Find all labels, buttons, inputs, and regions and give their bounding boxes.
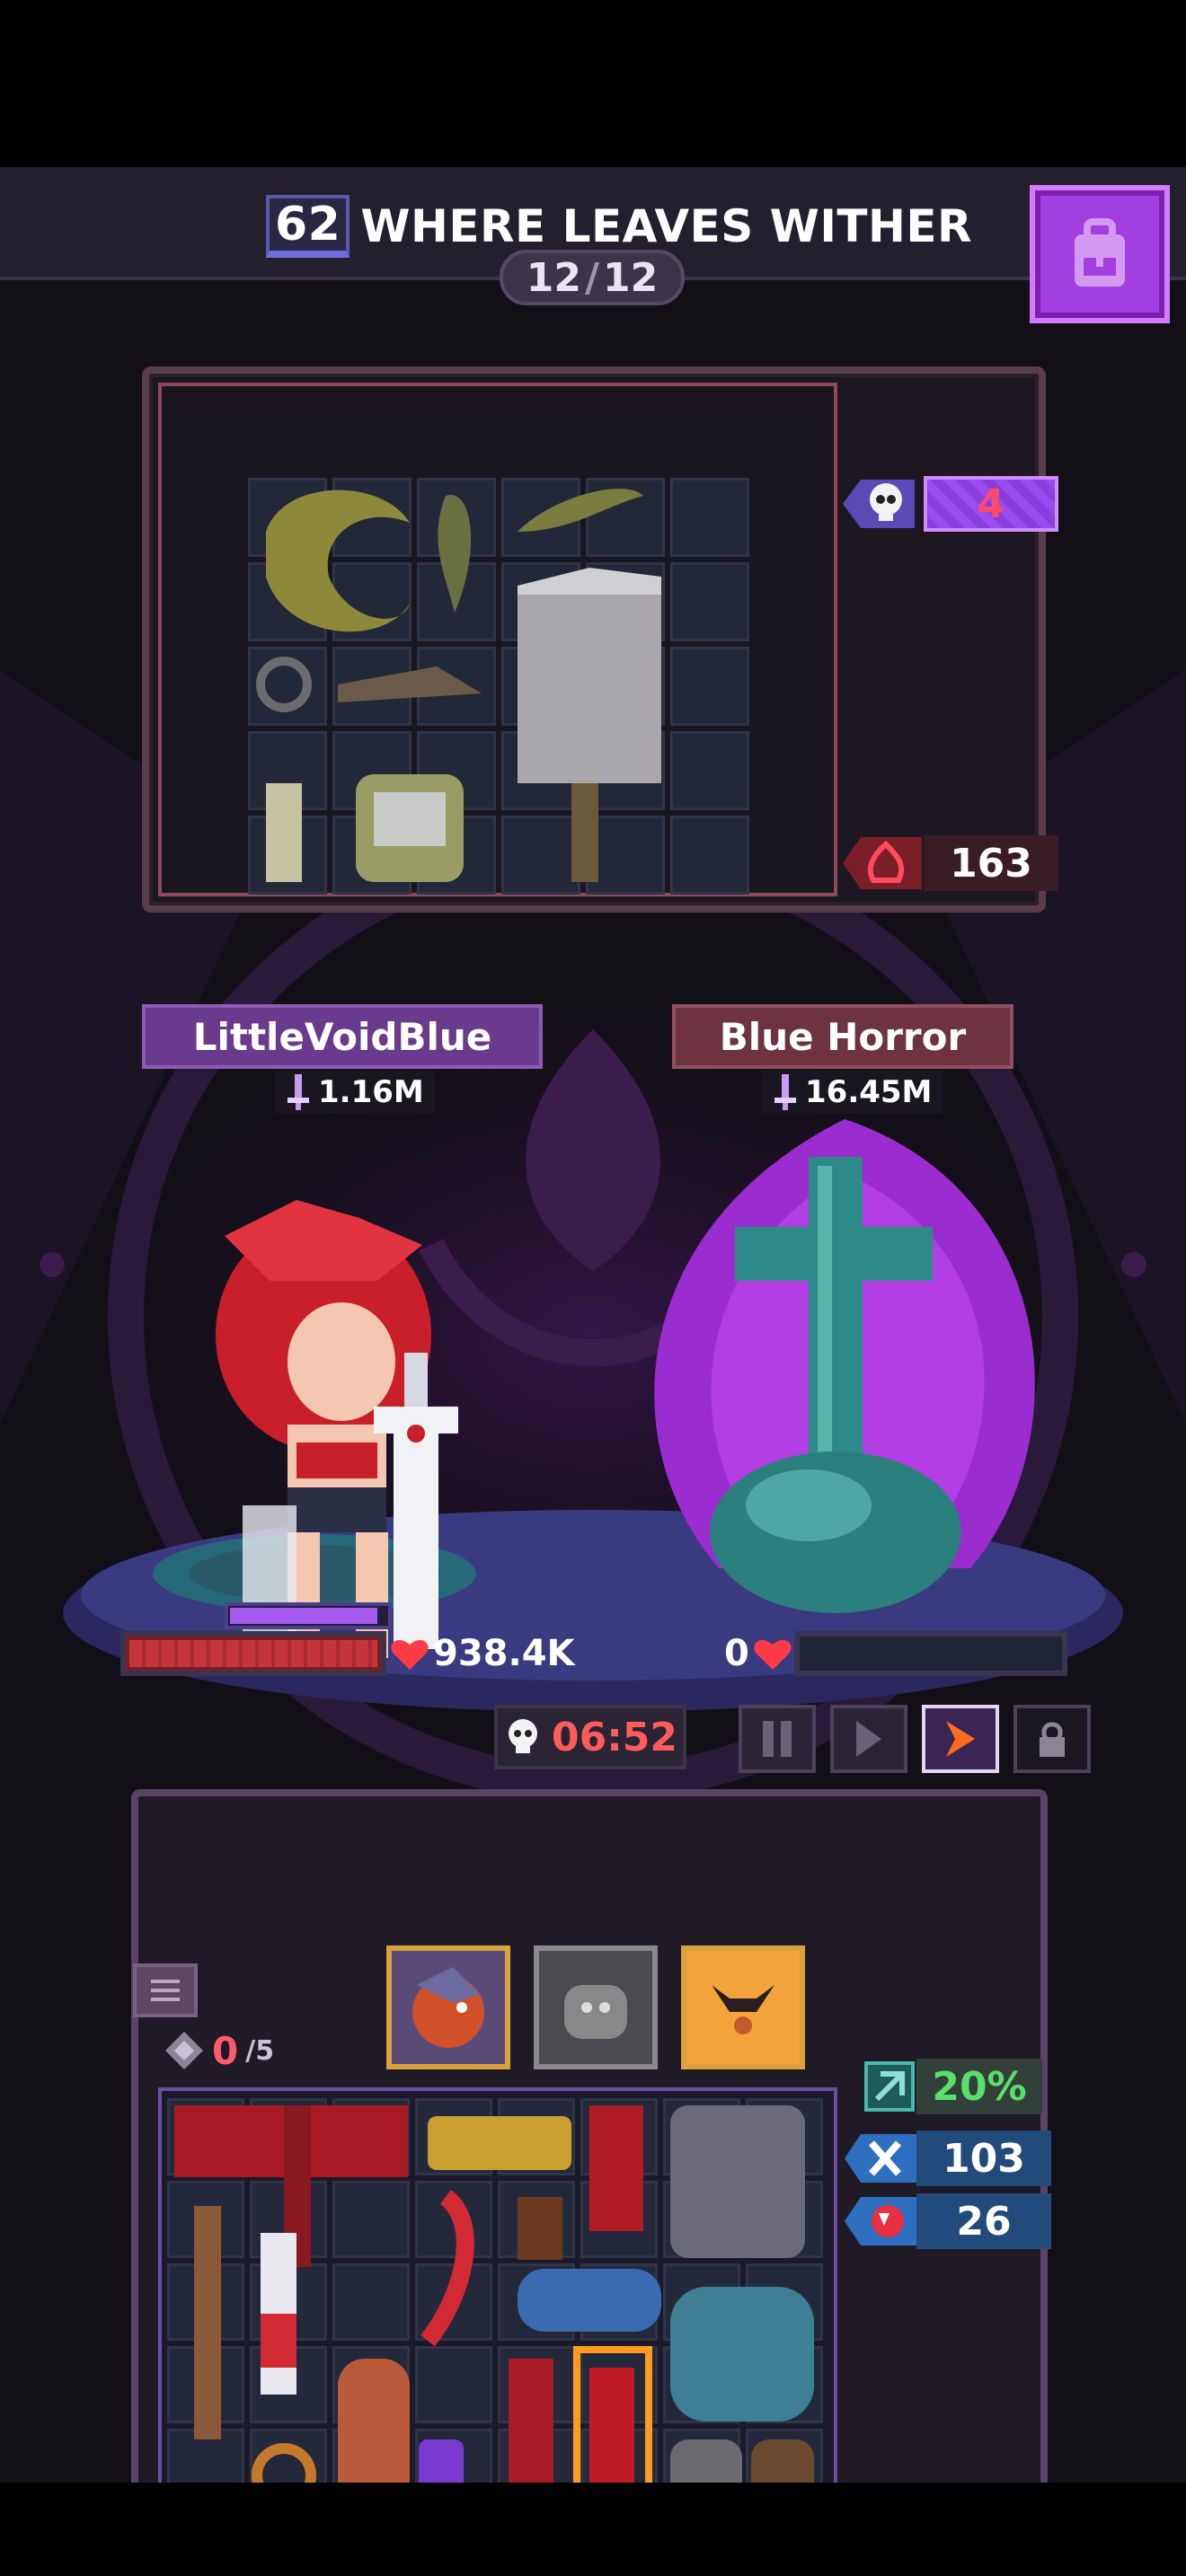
enemy-loot-items bbox=[256, 489, 661, 882]
heart-icon bbox=[391, 1639, 429, 1670]
game-screen: 62 WHERE LEAVES WITHER 12 / 12 4 163 Lit… bbox=[0, 167, 1186, 2483]
sword-icon bbox=[774, 1074, 796, 1110]
hero-card-cat[interactable] bbox=[681, 1945, 805, 2069]
stage-name: WHERE LEAVES WITHER bbox=[360, 200, 973, 252]
wave-current: 12 bbox=[526, 254, 581, 301]
lock-icon bbox=[1040, 1722, 1065, 1757]
gem-slots-used: 0 bbox=[212, 2028, 239, 2073]
battle-timer: 06:52 bbox=[494, 1705, 686, 1769]
wave-total: 12 bbox=[603, 254, 659, 301]
gem-slots-max: /5 bbox=[245, 2034, 275, 2067]
menu-list-button[interactable] bbox=[133, 1963, 198, 2017]
pause-button[interactable] bbox=[739, 1705, 816, 1773]
gem-icon bbox=[165, 2032, 203, 2069]
enemy-hp-bar bbox=[794, 1631, 1067, 1676]
fast-forward-icon bbox=[946, 1721, 975, 1757]
level-badge: 62 bbox=[266, 195, 350, 258]
skull-counter: 4 bbox=[843, 472, 1058, 535]
skull-icon bbox=[843, 480, 915, 528]
heart-icon bbox=[754, 1639, 792, 1670]
locked-speed-button[interactable] bbox=[1013, 1705, 1091, 1773]
enemy-hp: 0 bbox=[724, 1633, 792, 1674]
bites-value: 26 bbox=[916, 2193, 1051, 2249]
enemy-hp-value: 0 bbox=[724, 1633, 749, 1674]
wave-separator: / bbox=[584, 254, 600, 301]
gem-slots: 0 /5 bbox=[164, 2023, 307, 2078]
crit-stat: 20% bbox=[863, 2059, 1042, 2114]
play-icon bbox=[856, 1721, 881, 1757]
player-name: LittleVoidBlue bbox=[142, 1004, 543, 1069]
fangs-icon bbox=[845, 2197, 916, 2245]
rage-counter: 163 bbox=[843, 832, 1058, 895]
bites-stat: 26 bbox=[845, 2193, 1051, 2249]
sword-icon bbox=[288, 1074, 309, 1110]
enemy-power: 16.45M bbox=[762, 1071, 943, 1114]
hero-card-locked[interactable] bbox=[534, 1945, 658, 2069]
skull-icon bbox=[508, 1719, 537, 1753]
hero-card-dragon[interactable] bbox=[386, 1945, 510, 2069]
skull-count: 4 bbox=[924, 476, 1058, 532]
player-hp-value: 938.4K bbox=[433, 1633, 575, 1674]
fast-forward-button[interactable] bbox=[922, 1705, 999, 1773]
cat-portrait bbox=[712, 1985, 774, 2034]
flame-icon bbox=[843, 837, 922, 889]
backpack-icon bbox=[1075, 218, 1125, 287]
player-power: 1.16M bbox=[275, 1071, 435, 1114]
crit-icon bbox=[864, 2061, 915, 2112]
enemy-name: Blue Horror bbox=[672, 1004, 1013, 1069]
pause-icon bbox=[763, 1721, 792, 1757]
backpack-button[interactable] bbox=[1030, 185, 1170, 323]
crossed-bones-icon bbox=[845, 2134, 916, 2183]
battle-timer-value: 06:52 bbox=[551, 1714, 678, 1760]
crit-value: 20% bbox=[916, 2059, 1042, 2114]
player-mana-bar bbox=[225, 1602, 392, 1629]
play-button[interactable] bbox=[830, 1705, 907, 1773]
ghost-portrait bbox=[564, 1985, 627, 2039]
kills-stat: 103 bbox=[845, 2130, 1051, 2186]
player-hp: 938.4K bbox=[390, 1633, 575, 1674]
player-hp-bar bbox=[120, 1631, 386, 1676]
player-power-value: 1.16M bbox=[318, 1074, 424, 1110]
enemy-power-value: 16.45M bbox=[805, 1074, 933, 1110]
dragon-portrait bbox=[412, 1967, 484, 2048]
inventory-items bbox=[174, 2105, 814, 2483]
kills-value: 103 bbox=[916, 2130, 1051, 2186]
list-icon bbox=[151, 1980, 180, 2001]
rage-count: 163 bbox=[924, 835, 1058, 891]
wave-counter: 12 / 12 bbox=[500, 250, 685, 305]
